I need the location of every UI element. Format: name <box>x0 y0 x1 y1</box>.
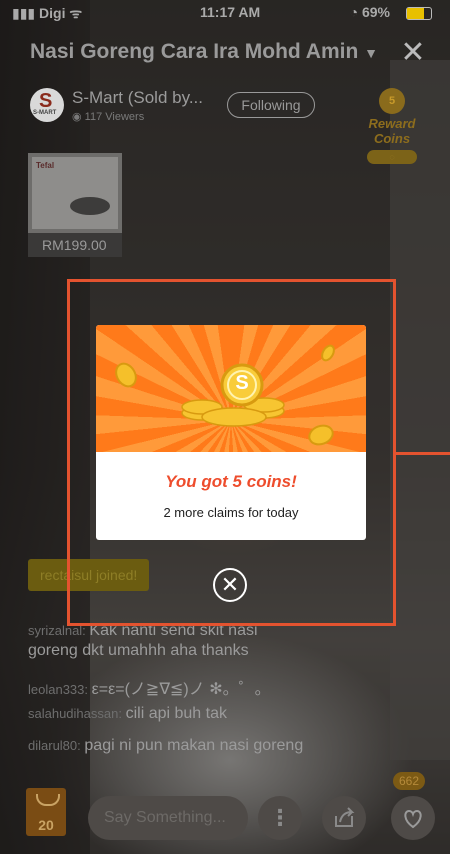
following-button[interactable]: Following <box>227 92 315 118</box>
reward-coins-label: Reward Coins <box>368 116 416 146</box>
stream-title[interactable]: Nasi Goreng Cara Ira Mohd Amin ▼ <box>30 40 378 64</box>
coins-illustration <box>115 344 335 446</box>
comment-input[interactable]: Say Something... <box>88 796 248 840</box>
close-icon: ✕ <box>400 36 426 69</box>
close-stream-button[interactable]: ✕ <box>398 38 428 68</box>
coin-reward-modal: S You got 5 coins! 2 more claims for tod… <box>96 325 366 540</box>
product-card[interactable]: Tefal RM199.00 <box>28 153 122 257</box>
share-button[interactable] <box>322 796 366 840</box>
chevron-down-icon: ▼ <box>364 45 378 61</box>
close-icon: ✕ <box>220 572 240 597</box>
reward-coins-widget[interactable]: 5 Reward Coins ◌ <box>352 88 432 164</box>
like-button[interactable] <box>391 796 435 840</box>
shop-name[interactable]: S-Mart (Sold by... <box>72 88 203 108</box>
battery-percent: ◔ 69% <box>349 4 390 20</box>
more-vertical-icon: ⋮ <box>269 805 291 830</box>
battery-icon <box>406 7 432 20</box>
status-bar: ▮▮▮ Digi ᯤ 11:17 AM ◔ 69% <box>0 0 450 26</box>
eye-icon: ◉ <box>72 111 82 123</box>
coin-symbol: S <box>235 372 249 394</box>
share-icon <box>335 807 355 827</box>
product-price: RM199.00 <box>28 233 122 257</box>
bottom-action-bar: 20 Say Something... ⋮ 662 <box>0 772 450 844</box>
coin-icon: 5 <box>379 88 405 114</box>
highlight-connector <box>396 452 450 455</box>
like-count: 662 <box>393 772 426 790</box>
signal-icon: ▮▮▮ <box>12 5 36 21</box>
close-modal-button[interactable]: ✕ <box>213 568 247 602</box>
chat-message: leolan333: ε=ε=(ノ≧∇≦)ノ ✻。゜。 <box>28 681 271 698</box>
carrier-label: ▮▮▮ Digi ᯤ <box>12 5 83 21</box>
viewer-count: ◉ 117 Viewers <box>72 111 145 123</box>
shopping-bag-button[interactable]: 20 <box>26 788 66 836</box>
timer-icon: ◌ <box>389 152 395 162</box>
more-options-button[interactable]: ⋮ <box>258 796 302 840</box>
status-time: 11:17 AM <box>200 4 261 20</box>
product-image: Tefal <box>32 157 118 229</box>
heart-icon <box>404 809 422 829</box>
claims-remaining: 2 more claims for today <box>163 505 299 520</box>
product-brand: Tefal <box>36 161 55 170</box>
frying-pan-image <box>70 197 110 215</box>
shopping-bag-icon <box>36 794 60 806</box>
chat-message: salahudihassan: cili api buh tak <box>28 705 227 722</box>
chat-message: goreng dkt umahhh aha thanks <box>28 642 249 659</box>
reward-progress-bar: ◌ <box>367 150 417 164</box>
cart-count: 20 <box>38 817 54 833</box>
chat-message: dilarul80: pagi ni pun makan nasi goreng <box>28 737 304 754</box>
wifi-icon: ᯤ <box>69 5 83 21</box>
reward-message: You got 5 coins! <box>165 472 297 491</box>
shop-logo[interactable]: S S-MART <box>30 88 64 122</box>
